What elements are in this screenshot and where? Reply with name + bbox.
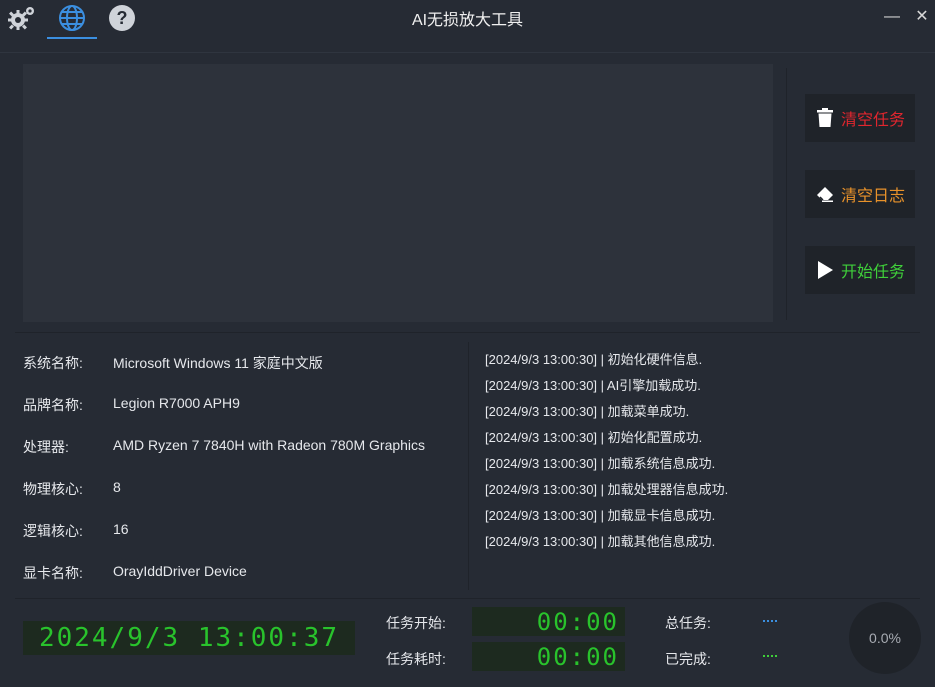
log-line: [2024/9/3 13:00:30] | AI引擎加载成功. [485,378,701,393]
active-tab-indicator [47,37,97,39]
task-elapsed-label: 任务耗时: [386,651,446,667]
total-tasks-label: 总任务: [665,615,711,631]
start-task-label: 开始任务 [841,264,906,281]
task-elapsed-display: 00:00 [472,642,625,671]
task-start-display: 00:00 [472,607,625,636]
completed-value [763,655,777,657]
clock-display: 2024/9/3 13:00:37 [23,621,355,655]
title-bar: ? AI无损放大工具 — ✕ [0,0,935,44]
info-label: 品牌名称: [23,397,83,413]
info-label: 系统名称: [23,355,83,371]
info-label: 逻辑核心: [23,523,83,539]
minimize-icon[interactable]: — [883,8,901,26]
info-value: Microsoft Windows 11 家庭中文版 [113,355,323,371]
log-line: [2024/9/3 13:00:30] | 初始化配置成功. [485,430,703,445]
log-line: [2024/9/3 13:00:30] | 加载其他信息成功. [485,534,716,549]
log-line: [2024/9/3 13:00:30] | 加载显卡信息成功. [485,508,716,523]
clear-log-label: 清空日志 [841,188,906,205]
clear-tasks-label: 清空任务 [841,112,906,129]
clear-tasks-button[interactable]: 清空任务 [805,94,915,142]
divider [468,342,469,590]
info-value: 16 [113,521,129,537]
eraser-icon [815,184,835,204]
progress-indicator: 0.0% [849,602,921,674]
divider [0,52,935,53]
start-task-button[interactable]: 开始任务 [805,246,915,294]
play-icon [815,260,835,280]
info-value: OrayIddDriver Device [113,563,247,579]
clear-log-button[interactable]: 清空日志 [805,170,915,218]
log-line: [2024/9/3 13:00:30] | 加载处理器信息成功. [485,482,729,497]
window-title: AI无损放大工具 [411,12,524,29]
close-icon[interactable]: ✕ [913,8,931,26]
info-value: Legion R7000 APH9 [113,395,240,411]
total-tasks-value [763,620,777,622]
info-value: 8 [113,479,121,495]
log-line: [2024/9/3 13:00:30] | 加载菜单成功. [485,404,690,419]
task-preview-area[interactable] [23,64,773,322]
completed-label: 已完成: [665,651,711,667]
divider [15,332,920,333]
log-line: [2024/9/3 13:00:30] | 初始化硬件信息. [485,352,703,367]
log-line: [2024/9/3 13:00:30] | 加载系统信息成功. [485,456,716,471]
task-start-label: 任务开始: [386,615,446,631]
info-label: 物理核心: [23,481,83,497]
divider [786,68,787,320]
info-label: 显卡名称: [23,565,83,581]
divider [15,598,920,599]
trash-icon [815,108,835,128]
info-value: AMD Ryzen 7 7840H with Radeon 780M Graph… [113,437,426,453]
info-label: 处理器: [23,439,69,455]
log-panel: [2024/9/3 13:00:30] | 初始化硬件信息. [2024/9/3… [485,350,925,558]
